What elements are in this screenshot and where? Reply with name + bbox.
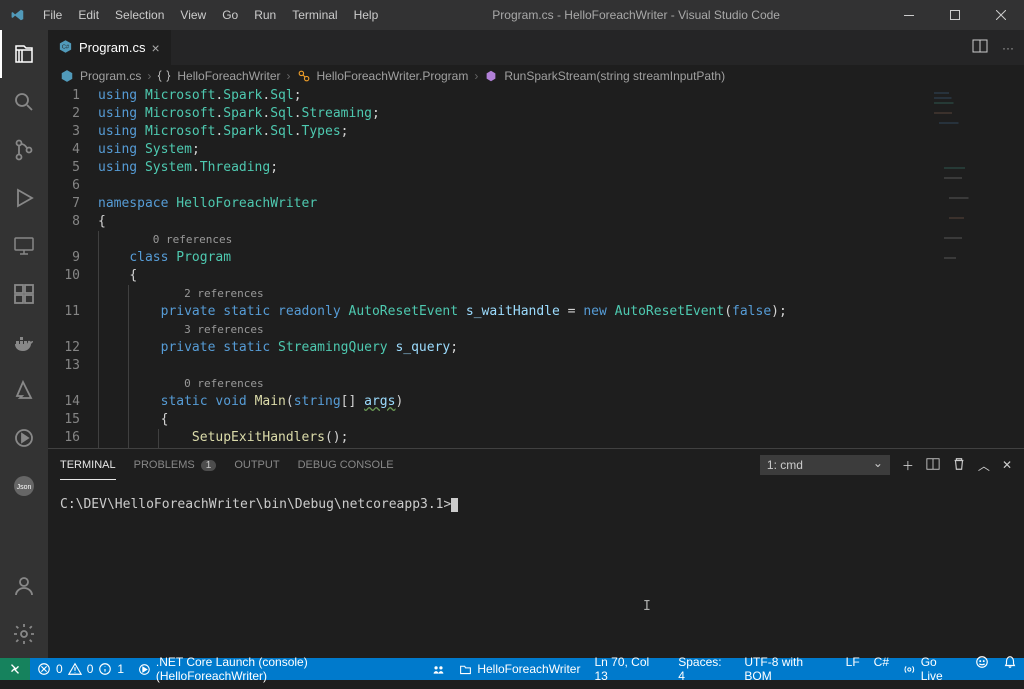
activity-liveshare[interactable] (0, 414, 48, 462)
panel: TERMINAL PROBLEMS1 OUTPUT DEBUG CONSOLE … (48, 448, 1024, 658)
kill-terminal-icon[interactable] (952, 457, 966, 474)
terminal-select[interactable]: 1: cmd (760, 455, 890, 475)
code-lines: using Microsoft.Spark.Sql; using Microso… (98, 87, 1024, 448)
close-panel-icon[interactable]: ✕ (1002, 458, 1012, 472)
status-go-live[interactable]: Go Live (896, 655, 968, 683)
editor-tabs: C# Program.cs × ··· (48, 30, 1024, 65)
menu-edit[interactable]: Edit (70, 1, 107, 29)
activity-source-control[interactable] (0, 126, 48, 174)
more-actions-icon[interactable]: ··· (1002, 41, 1014, 55)
activity-settings[interactable] (0, 610, 48, 658)
menu-bar: File Edit Selection View Go Run Terminal… (35, 1, 386, 29)
terminal-cursor (451, 498, 458, 512)
activity-json[interactable]: Json (0, 462, 48, 510)
vscode-logo-icon (0, 8, 35, 22)
activity-bar: Json (0, 30, 48, 658)
svg-text:C#: C# (62, 44, 70, 50)
split-terminal-icon[interactable] (926, 457, 940, 474)
activity-search[interactable] (0, 78, 48, 126)
window-title: Program.cs - HelloForeachWriter - Visual… (386, 8, 886, 22)
terminal-prompt: C:\DEV\HelloForeachWriter\bin\Debug\netc… (60, 497, 451, 512)
csharp-file-icon (60, 69, 74, 83)
menu-help[interactable]: Help (346, 1, 387, 29)
menu-go[interactable]: Go (214, 1, 246, 29)
status-encoding[interactable]: UTF-8 with BOM (737, 655, 838, 683)
status-cursor-position[interactable]: Ln 70, Col 13 (587, 655, 671, 683)
activity-extensions[interactable] (0, 270, 48, 318)
status-live-share[interactable] (425, 658, 452, 680)
activity-azure[interactable] (0, 366, 48, 414)
menu-file[interactable]: File (35, 1, 70, 29)
minimap[interactable] (924, 87, 1024, 448)
code-editor[interactable]: 12345678 910111213 1415161718192021 usin… (48, 87, 1024, 448)
activity-remote-explorer[interactable] (0, 222, 48, 270)
tab-program-cs[interactable]: C# Program.cs × (48, 30, 171, 65)
activity-run-debug[interactable] (0, 174, 48, 222)
status-launch-config[interactable]: .NET Core Launch (console) (HelloForeach… (131, 658, 425, 680)
activity-explorer[interactable] (0, 30, 48, 78)
minimize-button[interactable] (886, 0, 932, 30)
activity-account[interactable] (0, 562, 48, 610)
text-cursor-icon: I (643, 599, 644, 615)
panel-tab-terminal[interactable]: TERMINAL (60, 451, 116, 480)
status-spaces[interactable]: Spaces: 4 (671, 655, 737, 683)
activity-docker[interactable] (0, 318, 48, 366)
csharp-file-icon: C# (58, 39, 73, 57)
menu-terminal[interactable]: Terminal (284, 1, 345, 29)
maximize-button[interactable] (932, 0, 978, 30)
new-terminal-icon[interactable]: ＋ (902, 457, 914, 474)
line-gutter: 12345678 910111213 1415161718192021 (48, 87, 98, 448)
status-bar: 0 0 1 .NET Core Launch (console) (HelloF… (0, 658, 1024, 680)
split-editor-icon[interactable] (972, 38, 988, 57)
status-folder[interactable]: HelloForeachWriter (452, 658, 587, 680)
title-bar: File Edit Selection View Go Run Terminal… (0, 0, 1024, 30)
maximize-panel-icon[interactable]: ︿ (978, 457, 990, 474)
tab-label: Program.cs (79, 40, 145, 55)
remote-indicator[interactable] (0, 658, 30, 680)
status-problems[interactable]: 0 0 1 (30, 658, 131, 680)
namespace-icon (157, 69, 171, 83)
editor-area: C# Program.cs × ··· Program.cs › HelloFo… (48, 30, 1024, 658)
terminal-body[interactable]: C:\DEV\HelloForeachWriter\bin\Debug\netc… (48, 481, 1024, 658)
menu-selection[interactable]: Selection (107, 1, 172, 29)
close-button[interactable] (978, 0, 1024, 30)
menu-view[interactable]: View (172, 1, 214, 29)
method-icon (484, 69, 498, 83)
class-icon (297, 69, 311, 83)
panel-tab-problems[interactable]: PROBLEMS1 (134, 451, 217, 479)
close-icon[interactable]: × (151, 40, 159, 56)
panel-tab-debug-console[interactable]: DEBUG CONSOLE (298, 451, 394, 479)
menu-run[interactable]: Run (246, 1, 284, 29)
panel-tab-output[interactable]: OUTPUT (234, 451, 279, 479)
svg-text:Json: Json (17, 484, 32, 491)
breadcrumb[interactable]: Program.cs › HelloForeachWriter › HelloF… (48, 65, 1024, 87)
